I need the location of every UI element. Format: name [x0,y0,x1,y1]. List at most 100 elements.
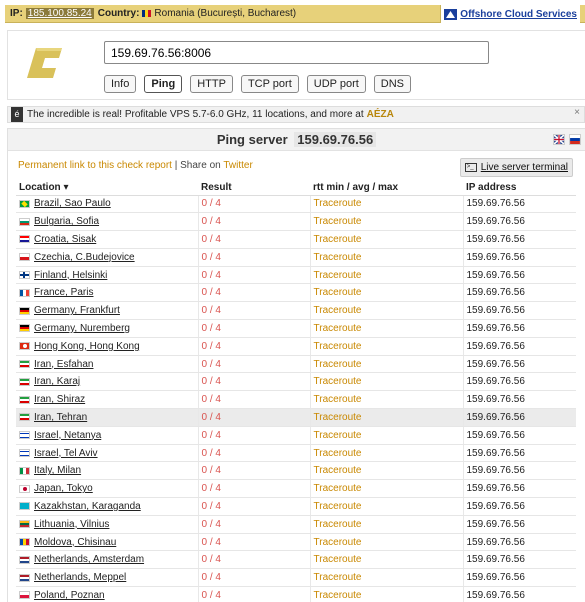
traceroute-link[interactable]: Traceroute [314,323,362,334]
ip-cell: 159.69.76.56 [463,283,576,303]
table-header-row: Location ▾ Result rtt min / avg / max IP… [16,180,576,196]
table-row: Germany, Frankfurt 0 / 4 Traceroute 159.69.… [16,301,576,321]
mode-info-button[interactable]: Info [104,75,137,93]
location-link[interactable]: Netherlands, Amsterdam [34,554,144,565]
location-link[interactable]: Lithuania, Vilnius [34,519,109,530]
location-link[interactable]: Bulgaria, Sofia [34,216,99,227]
results-table: Location ▾ Result rtt min / avg / max IP… [16,180,576,602]
traceroute-link[interactable]: Traceroute [314,234,362,245]
country-value: Romania (București, Bucharest) [154,8,297,19]
traceroute-link[interactable]: Traceroute [314,376,362,387]
location-link[interactable]: Germany, Frankfurt [34,305,120,316]
traceroute-link[interactable]: Traceroute [314,519,362,530]
table-row: Iran, Esfahan 0 / 4 Traceroute 159.69.76.56 [16,355,576,374]
english-flag-icon[interactable] [553,134,565,145]
traceroute-link[interactable]: Traceroute [314,198,362,209]
location-link[interactable]: Iran, Tehran [34,412,87,423]
location-cell: Kazakhstan, Karaganda [16,497,199,516]
rtt-cell: Traceroute [310,195,464,214]
ir-flag-icon [19,377,30,386]
table-row: Israel, Tel Aviv 0 / 4 Traceroute 159.69.76… [16,444,576,463]
result-cell: 0 / 4 [198,230,311,249]
location-cell: Iran, Karaj [16,372,199,392]
offshore-ad[interactable]: Offshore Cloud Services [440,5,580,23]
location-link[interactable]: Israel, Netanya [34,430,101,441]
location-link[interactable]: Japan, Tokyo [34,483,93,494]
location-link[interactable]: Moldova, Chisinau [34,537,116,548]
permalink-link[interactable]: Permanent link to this check report [18,160,172,171]
traceroute-link[interactable]: Traceroute [314,216,362,227]
location-cell: Bulgaria, Sofia [16,212,199,232]
traceroute-link[interactable]: Traceroute [314,287,362,298]
location-link[interactable]: Iran, Karaj [34,376,80,387]
location-link[interactable]: Iran, Shiraz [34,394,85,405]
traceroute-link[interactable]: Traceroute [314,554,362,565]
twitter-share-link[interactable]: Twitter [223,160,252,171]
table-row: Hong Kong, Hong Kong 0 / 4 Traceroute 159.6… [16,337,576,356]
russian-flag-icon[interactable] [569,134,581,145]
result-cell: 0 / 4 [198,390,311,410]
rtt-cell: Traceroute [310,230,464,249]
location-link[interactable]: Hong Kong, Hong Kong [34,341,140,352]
hk-flag-icon [19,342,30,351]
host-input[interactable] [104,41,489,64]
rtt-cell: Traceroute [310,533,464,552]
location-link[interactable]: Poland, Poznan [34,590,105,601]
results-body: Brazil, Sao Paulo 0 / 4 Traceroute 159.69.7… [16,195,576,602]
checkhost-logo-icon[interactable] [26,42,66,84]
traceroute-link[interactable]: Traceroute [314,590,362,601]
location-link[interactable]: Israel, Tel Aviv [34,448,98,459]
rtt-cell: Traceroute [310,515,464,534]
rtt-cell: Traceroute [310,408,464,427]
mode-dns-button[interactable]: DNS [373,75,412,93]
location-link[interactable]: Czechia, C.Budejovice [34,252,135,263]
table-row: Iran, Tehran 0 / 4 Traceroute 159.69.76.56 [16,408,576,427]
traceroute-link[interactable]: Traceroute [314,412,362,423]
traceroute-link[interactable]: Traceroute [314,501,362,512]
mode-ping-button[interactable]: Ping [144,75,183,93]
location-link[interactable]: Iran, Esfahan [34,359,93,370]
mode-http-button[interactable]: HTTP [190,75,233,93]
location-link[interactable]: Germany, Nuremberg [34,323,130,334]
page-title: Ping server 159.69.76.56 [217,132,377,147]
mode-udp-port-button[interactable]: UDP port [306,75,366,93]
promo-brand-link[interactable]: AÉZA [367,109,394,120]
rtt-cell: Traceroute [310,283,464,303]
col-rtt-header: rtt min / avg / max [310,180,463,196]
location-link[interactable]: Netherlands, Meppel [34,572,126,583]
location-cell: Moldova, Chisinau [16,533,199,552]
location-link[interactable]: France, Paris [34,287,93,298]
traceroute-link[interactable]: Traceroute [314,394,362,405]
il-flag-icon [19,449,30,458]
rtt-cell: Traceroute [310,461,464,481]
promo-banner[interactable]: é The incredible is real! Profitable VPS… [7,106,585,123]
location-link[interactable]: Croatia, Sisak [34,234,96,245]
traceroute-link[interactable]: Traceroute [314,270,362,281]
table-row: Bulgaria, Sofia 0 / 4 Traceroute 159.69.76.… [16,212,576,232]
traceroute-link[interactable]: Traceroute [314,430,362,441]
location-link[interactable]: Finland, Helsinki [34,270,107,281]
traceroute-link[interactable]: Traceroute [314,305,362,316]
ip-label: IP: [10,8,23,19]
traceroute-link[interactable]: Traceroute [314,483,362,494]
mode-tcp-port-button[interactable]: TCP port [240,75,299,93]
ip-value-link[interactable]: 185.100.85.24 [25,8,94,19]
table-row: Kazakhstan, Karaganda 0 / 4 Traceroute 159.… [16,497,576,516]
traceroute-link[interactable]: Traceroute [314,537,362,548]
traceroute-link[interactable]: Traceroute [314,341,362,352]
fr-flag-icon [19,288,30,297]
live-terminal-button[interactable]: >_ Live server terminal [459,158,573,177]
col-location-header[interactable]: Location ▾ [16,180,198,196]
traceroute-link[interactable]: Traceroute [314,252,362,263]
kz-flag-icon [19,502,30,511]
traceroute-link[interactable]: Traceroute [314,465,362,476]
close-icon[interactable]: × [574,107,580,118]
check-mode-buttons: Info Ping HTTP TCP port UDP port DNS [104,75,419,93]
location-link[interactable]: Brazil, Sao Paulo [34,198,111,209]
traceroute-link[interactable]: Traceroute [314,359,362,370]
traceroute-link[interactable]: Traceroute [314,448,362,459]
location-link[interactable]: Kazakhstan, Karaganda [34,501,141,512]
location-link[interactable]: Italy, Milan [34,465,81,476]
offshore-cloud-link[interactable]: Offshore Cloud Services [460,9,577,20]
traceroute-link[interactable]: Traceroute [314,572,362,583]
